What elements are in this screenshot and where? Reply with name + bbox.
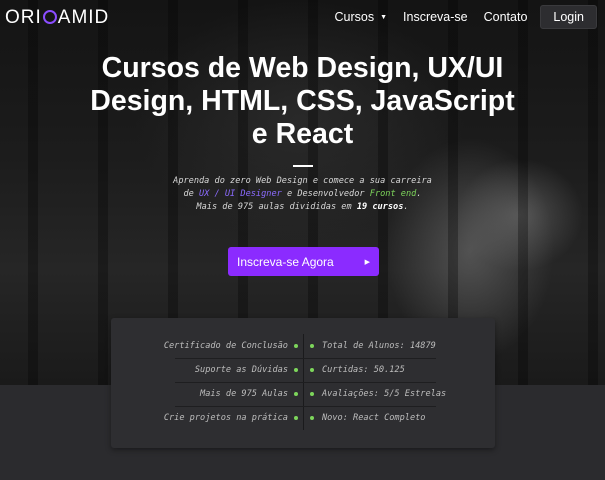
feature-left-label: Certificado de Conclusão [163,341,288,351]
green-dot-icon [294,344,298,348]
main-nav: Cursos ▼ Inscreva-se Contato Login [334,5,597,29]
feature-left-item: Mais de 975 Aulas [200,382,298,406]
desc-ui-designer-highlight: UI Designer [224,189,282,199]
desc-line-3-end: . [403,202,409,212]
green-dot-icon [294,368,298,372]
feature-right-label: Curtidas: 50.125 [322,365,405,375]
nav-contato-link[interactable]: Contato [484,5,528,29]
logo-g-icon [42,10,57,24]
top-navigation: ORI AMID Cursos ▼ Inscreva-se Contato Log… [0,0,605,34]
inscreva-se-agora-button[interactable]: Inscreva-se Agora ▶ [228,247,379,276]
feature-right-item: Curtidas: 50.125 [310,358,405,382]
login-button[interactable]: Login [540,5,597,29]
feature-left-item: Crie projetos na prática [164,406,298,430]
arrow-right-icon: ▶ [364,258,370,266]
feature-right-item: Avaliações: 5/5 Estrelas [310,382,446,406]
desc-slash: / [209,189,225,199]
green-dot-icon [310,392,314,396]
nav-cursos-label: Cursos [334,10,375,24]
desc-front-end-highlight: Front end [369,189,417,199]
green-dot-icon [294,416,298,420]
caret-down-icon: ▼ [380,13,388,21]
hero-description: Aprenda do zero Web Design e comece a su… [130,175,475,214]
feature-right-label: Novo: React Completo [322,413,426,423]
feature-left-item: Certificado de Conclusão [164,334,298,358]
feature-left-item: Suporte as Dúvidas [195,358,298,382]
green-dot-icon [310,368,314,372]
desc-line-2-start: de [183,189,199,199]
logo-text-right: AMID [57,7,110,28]
green-dot-icon [310,344,314,348]
desc-line-2-end: . [416,189,422,199]
hero-title: Cursos de Web Design, UX/UI Design, HTML… [90,52,515,150]
logo-text-left: ORI [5,7,42,28]
desc-line-1: Aprenda do zero Web Design e comece a su… [173,176,432,186]
desc-ux-highlight: UX [198,189,210,199]
nav-inscreva-se-link[interactable]: Inscreva-se [403,5,468,29]
desc-line-2-middle: e Desenvolvedor [281,189,370,199]
feature-left-label: Suporte as Dúvidas [194,365,288,375]
title-divider [293,165,313,167]
green-dot-icon [294,392,298,396]
feature-left-label: Mais de 975 Aulas [200,389,288,399]
desc-course-count: 19 cursos [356,202,404,212]
feature-right-item: Novo: React Completo [310,406,425,430]
feature-left-label: Crie projetos na prática [163,413,288,423]
desc-line-3-start: Mais de 975 aulas divididas em [196,202,357,212]
nav-cursos-dropdown[interactable]: Cursos ▼ [334,5,387,29]
origamid-logo[interactable]: ORI AMID [5,7,109,29]
cta-label: Inscreva-se Agora [237,254,334,269]
feature-right-label: Total de Alunos: 14879 [322,341,436,351]
feature-right-label: Avaliações: 5/5 Estrelas [322,389,447,399]
green-dot-icon [310,416,314,420]
feature-right-item: Total de Alunos: 14879 [310,334,436,358]
